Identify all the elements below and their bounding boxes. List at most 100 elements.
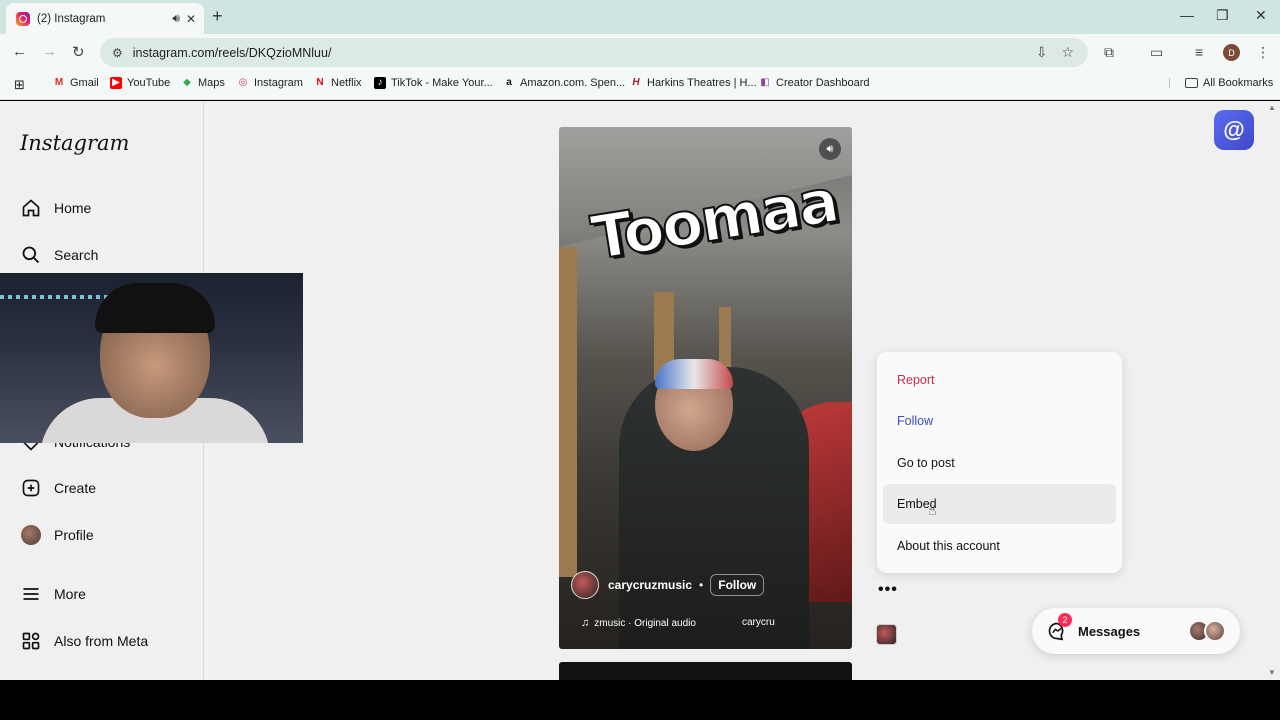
bookmark-star-icon[interactable]: ☆ bbox=[1061, 44, 1074, 61]
audio-tag: carycru bbox=[742, 617, 775, 628]
creator-dashboard-icon: ◧ bbox=[760, 77, 770, 88]
owner-username[interactable]: carycruzmusic bbox=[608, 578, 692, 592]
all-bookmarks-label: All Bookmarks bbox=[1203, 77, 1274, 89]
reel-owner: carycruzmusic • Follow bbox=[571, 571, 765, 599]
tab-title: (2) Instagram bbox=[37, 12, 106, 25]
youtube-icon: ▶ bbox=[110, 77, 122, 89]
menu-item-embed[interactable]: Embed bbox=[883, 484, 1116, 524]
maps-icon: ◆ bbox=[183, 77, 191, 88]
bookmark-label: Maps bbox=[198, 77, 225, 89]
restore-icon[interactable]: ❐ bbox=[1216, 7, 1229, 24]
messages-label: Messages bbox=[1078, 623, 1141, 639]
search-icon bbox=[20, 244, 42, 266]
sidebar-item-home[interactable]: Home bbox=[20, 195, 91, 221]
video-scene bbox=[655, 359, 733, 389]
bookmark-instagram[interactable]: ◎ Instagram bbox=[237, 77, 303, 89]
bookmark-label: Creator Dashboard bbox=[776, 77, 870, 89]
assistant-extension-icon[interactable]: @ bbox=[1214, 110, 1254, 150]
scroll-down-arrow-icon[interactable]: ▼ bbox=[1268, 668, 1276, 677]
menu-item-about-this-account[interactable]: About this account bbox=[883, 526, 1116, 566]
browser-menu-icon[interactable]: ⋮ bbox=[1256, 44, 1270, 61]
bottom-bar bbox=[0, 680, 1280, 720]
sound-toggle-icon[interactable]: 🔊︎ bbox=[819, 138, 841, 160]
gmail-icon: M bbox=[54, 77, 64, 88]
bookmark-label: Netflix bbox=[331, 77, 362, 89]
address-bar[interactable]: ⚙ instagram.com/reels/DKQzioMNluu/ ⇩ ☆ bbox=[100, 38, 1088, 67]
close-tab-icon[interactable]: ✕ bbox=[186, 12, 196, 26]
next-reel-preview[interactable] bbox=[559, 662, 852, 680]
sidebar-item-label: Profile bbox=[54, 527, 94, 543]
bookmarks-bar: ⊞ M Gmail ▶ YouTube ◆ Maps ◎ Instagram N Netf… bbox=[0, 71, 1280, 100]
more-options-button[interactable]: ••• bbox=[878, 581, 898, 599]
instagram-icon: ◎ bbox=[238, 77, 248, 88]
media-controls-icon[interactable]: ≡ bbox=[1195, 44, 1203, 60]
bookmark-youtube[interactable]: ▶ YouTube bbox=[110, 77, 170, 89]
bookmark-amazon[interactable]: a Amazon.com. Spen... bbox=[503, 77, 625, 89]
instagram-logo[interactable]: Instagram bbox=[20, 131, 129, 155]
webcam-overlay bbox=[0, 273, 303, 443]
tiktok-icon: ♪ bbox=[374, 77, 386, 89]
owner-avatar[interactable] bbox=[571, 571, 599, 599]
sidebar-item-label: More bbox=[54, 586, 86, 602]
install-app-icon[interactable]: ⇩ bbox=[1036, 44, 1048, 61]
site-info-icon[interactable]: ⚙ bbox=[112, 46, 123, 60]
back-icon[interactable]: ← bbox=[12, 43, 27, 60]
scroll-up-arrow-icon[interactable]: ▲ bbox=[1268, 103, 1276, 112]
harkins-icon: H bbox=[632, 77, 640, 88]
home-icon bbox=[20, 197, 42, 219]
bookmark-harkins[interactable]: H Harkins Theatres | H... bbox=[630, 77, 757, 89]
menu-item-go-to-post[interactable]: Go to post bbox=[883, 443, 1116, 483]
bookmark-label: Amazon.com. Spen... bbox=[520, 77, 626, 89]
amazon-icon: a bbox=[506, 77, 512, 88]
meta-grid-icon bbox=[20, 630, 42, 652]
sidebar-item-also-from-meta[interactable]: Also from Meta bbox=[20, 628, 148, 654]
menu-item-report[interactable]: Report bbox=[883, 360, 1116, 400]
plus-square-icon bbox=[20, 477, 42, 499]
sidebar-item-label: Home bbox=[54, 200, 92, 216]
bookmark-gmail[interactable]: M Gmail bbox=[53, 77, 99, 89]
all-bookmarks[interactable]: All Bookmarks bbox=[1185, 77, 1273, 89]
bookmarks-divider: | bbox=[1168, 77, 1171, 89]
close-window-icon[interactable]: ✕ bbox=[1255, 7, 1267, 24]
bookmark-label: Instagram bbox=[254, 77, 303, 89]
sidebar-item-profile[interactable]: Profile bbox=[20, 522, 94, 548]
cast-icon[interactable]: ▭ bbox=[1150, 44, 1163, 61]
sidebar-item-more[interactable]: More bbox=[20, 581, 86, 607]
bookmark-maps[interactable]: ◆ Maps bbox=[181, 77, 225, 89]
avatar bbox=[1204, 620, 1226, 642]
bookmark-creator-dashboard[interactable]: ◧ Creator Dashboard bbox=[759, 77, 870, 89]
follow-button[interactable]: Follow bbox=[710, 574, 765, 596]
forward-icon[interactable]: → bbox=[42, 43, 57, 60]
sidebar-item-search[interactable]: Search bbox=[20, 242, 98, 268]
instagram-favicon-icon bbox=[16, 11, 30, 26]
separator-dot: • bbox=[699, 578, 704, 592]
apps-grid-icon[interactable]: ⊞ bbox=[14, 77, 25, 93]
menu-item-follow[interactable]: Follow bbox=[883, 401, 1116, 441]
profile-avatar[interactable]: D bbox=[1223, 44, 1240, 61]
tab-instagram[interactable]: (2) Instagram 🔊︎ ✕ bbox=[6, 3, 204, 34]
sidebar-item-label: Search bbox=[54, 247, 99, 263]
tab-strip: (2) Instagram 🔊︎ ✕ + — ❐ ✕ bbox=[0, 0, 1280, 34]
audio-label: zmusic · Original audio bbox=[594, 617, 696, 629]
url-text[interactable]: instagram.com/reels/DKQzioMNluu/ bbox=[133, 46, 1036, 60]
messenger-icon: 2 bbox=[1046, 613, 1072, 642]
extensions-icon[interactable]: ⧉ bbox=[1104, 44, 1114, 61]
bookmark-label: Harkins Theatres | H... bbox=[647, 77, 757, 89]
speaker-icon[interactable]: 🔊︎ bbox=[172, 11, 180, 26]
audio-thumbnail[interactable] bbox=[876, 624, 897, 645]
messages-button[interactable]: 2 Messages bbox=[1032, 608, 1240, 654]
minimize-icon[interactable]: — bbox=[1180, 7, 1194, 23]
mouse-cursor-icon: ☝ bbox=[928, 502, 937, 518]
bookmark-tiktok[interactable]: ♪ TikTok - Make Your... bbox=[374, 77, 493, 89]
audio-info[interactable]: ♫ zmusic · Original audio bbox=[581, 617, 696, 629]
bookmark-label: YouTube bbox=[127, 77, 171, 89]
bookmark-label: Gmail bbox=[70, 77, 99, 89]
new-tab-button[interactable]: + bbox=[212, 6, 223, 27]
sidebar-item-create[interactable]: Create bbox=[20, 475, 96, 501]
reload-icon[interactable]: ↻ bbox=[72, 43, 85, 61]
menu-icon bbox=[20, 583, 42, 605]
bookmark-netflix[interactable]: N Netflix bbox=[314, 77, 362, 89]
reel-video[interactable]: Toomaa 🔊︎ carycruzmusic • Follow ♫ zmusi… bbox=[559, 127, 852, 649]
messages-badge: 2 bbox=[1058, 613, 1072, 627]
webcam-scene bbox=[95, 283, 215, 333]
